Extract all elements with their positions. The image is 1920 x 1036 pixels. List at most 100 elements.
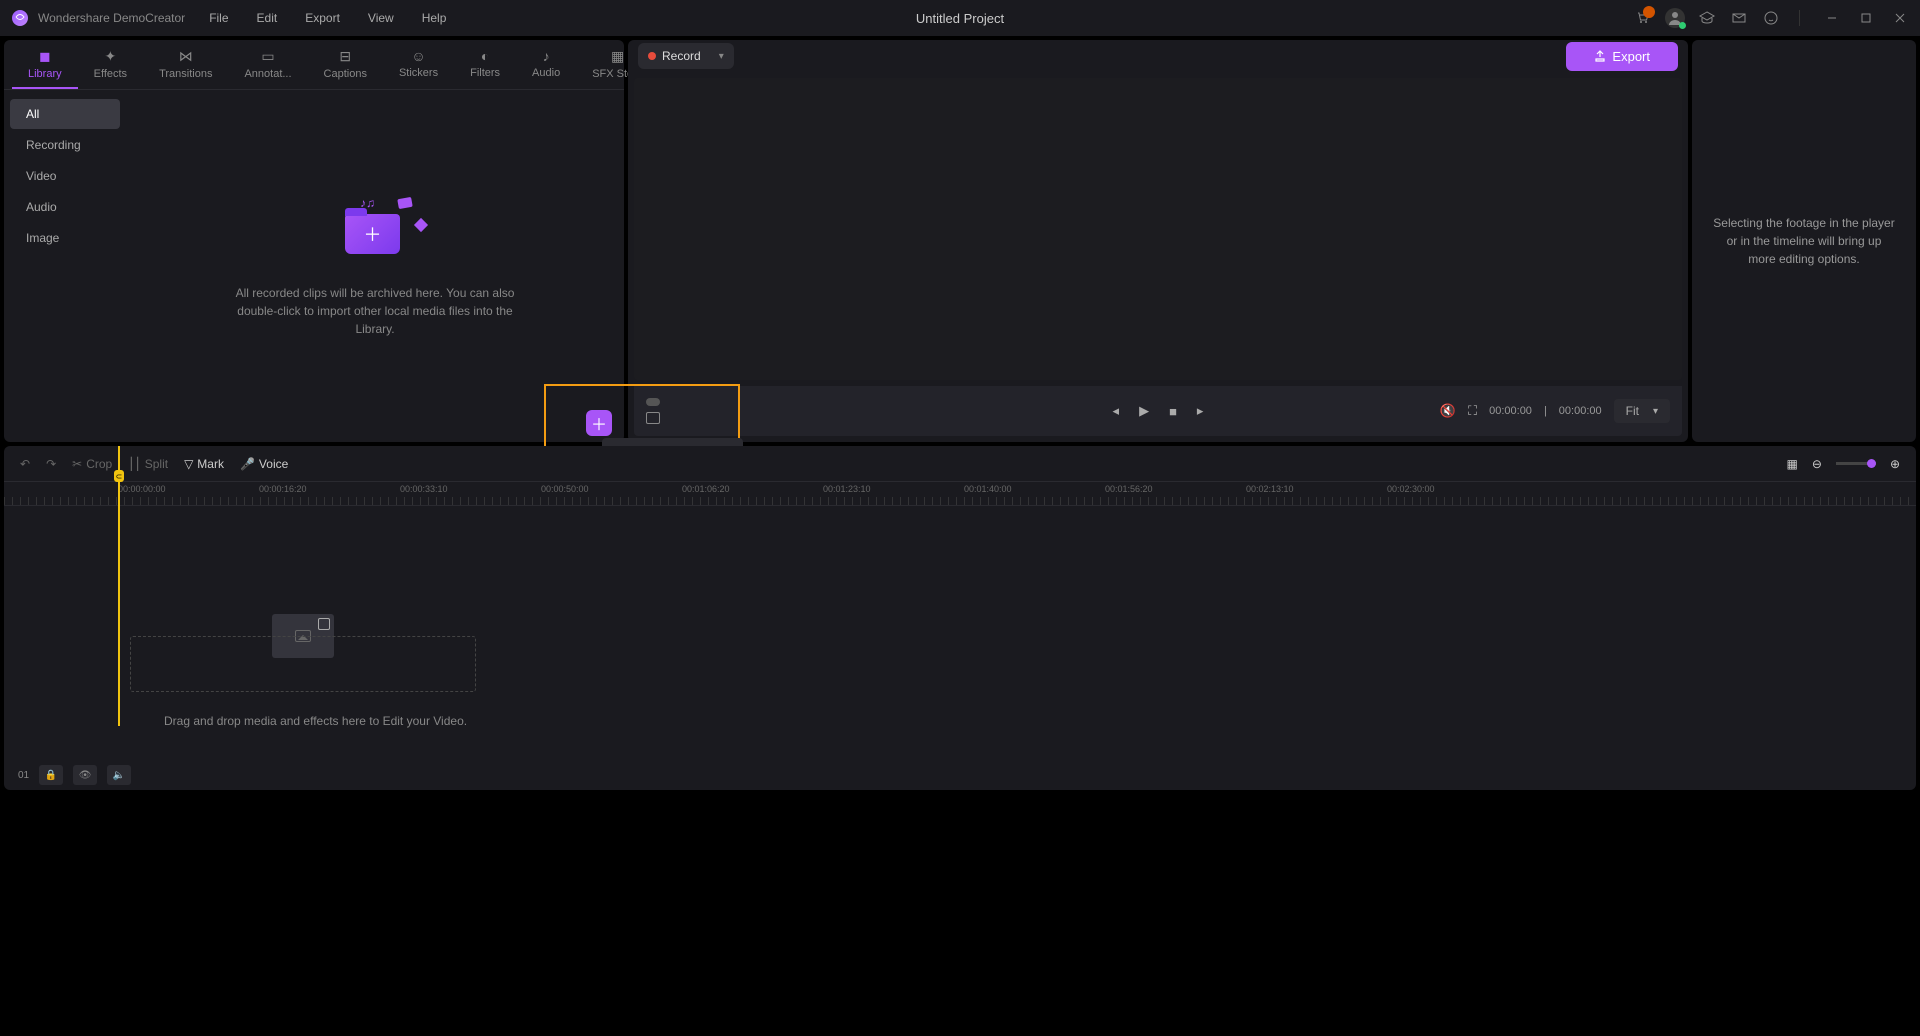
import-illustration-icon: ♪♫ ＋ [330, 194, 420, 264]
zoom-in-button[interactable]: ⊕ [1890, 457, 1900, 471]
tab-captions[interactable]: ⊟Captions [308, 40, 383, 89]
play-button[interactable]: ▶ [1139, 403, 1149, 419]
library-hint: All recorded clips will be archived here… [230, 284, 520, 338]
tab-annotations[interactable]: ▭Annotat... [228, 40, 307, 89]
split-tool[interactable]: ⎮⎮ Split [128, 457, 168, 471]
playhead-handle-icon[interactable]: ⊂ [114, 470, 124, 482]
sidebar-item-audio[interactable]: Audio [10, 192, 120, 222]
tab-audio[interactable]: ♪Audio [516, 40, 576, 89]
zoom-slider[interactable] [1836, 462, 1876, 465]
chevron-down-icon: ▾ [1653, 406, 1658, 417]
ruler-tick: 00:02:30:00 [1387, 484, 1435, 494]
track-drop-zone[interactable] [130, 636, 476, 692]
library-sidebar: All Recording Video Audio Image [4, 90, 126, 442]
ruler-tick: 00:01:40:00 [964, 484, 1012, 494]
timeline-hint: Drag and drop media and effects here to … [164, 714, 467, 728]
minimize-icon[interactable] [1824, 10, 1840, 26]
account-icon[interactable] [1667, 10, 1683, 26]
zoom-fit-select[interactable]: Fit ▾ [1614, 399, 1670, 423]
tab-label: Annotat... [244, 68, 291, 80]
fullscreen-icon[interactable]: ⛶ [1468, 403, 1477, 419]
title-bar: Wondershare DemoCreator File Edit Export… [0, 0, 1920, 36]
preview-topbar: Record ▾ Export [628, 40, 1688, 72]
ruler-tick: 00:00:33:10 [400, 484, 448, 494]
main-row: ◼Library ✦Effects ⋈Transitions ▭Annotat.… [0, 36, 1920, 446]
menu-export[interactable]: Export [305, 11, 340, 25]
tab-label: Stickers [399, 67, 438, 79]
sidebar-item-image[interactable]: Image [10, 223, 120, 253]
cart-icon[interactable] [1635, 10, 1651, 26]
export-button[interactable]: Export [1566, 42, 1678, 71]
tab-label: Audio [532, 67, 560, 79]
maximize-icon[interactable] [1858, 10, 1874, 26]
tab-label: Filters [470, 67, 500, 79]
menu-bar: File Edit Export View Help [209, 11, 446, 25]
menu-view[interactable]: View [368, 11, 394, 25]
graduation-icon[interactable] [1699, 10, 1715, 26]
export-label: Export [1612, 49, 1650, 64]
ruler-tick: 00:02:13:10 [1246, 484, 1294, 494]
timeline-panel: ↶ ↷ ✂ Crop ⎮⎮ Split ▽ Mark 🎤 Voice ▦ ⊖ ⊕… [4, 446, 1916, 790]
ruler-tick: 00:00:50:00 [541, 484, 589, 494]
playhead[interactable]: ⊂ [118, 446, 120, 726]
timeline-toolbar: ↶ ↷ ✂ Crop ⎮⎮ Split ▽ Mark 🎤 Voice ▦ ⊖ ⊕ [4, 446, 1916, 482]
time-current: 00:00:00 [1489, 405, 1532, 417]
volume-icon[interactable]: 🔇 [1440, 403, 1456, 419]
close-icon[interactable] [1892, 10, 1908, 26]
record-button[interactable]: Record ▾ [638, 43, 734, 69]
tab-label: Effects [94, 68, 127, 80]
app-logo-icon [12, 10, 28, 26]
project-title: Untitled Project [916, 11, 1004, 26]
preview-controls: ◂ ▶ ■ ▸ 🔇 ⛶ 00:00:00 | 00:00:00 Fit ▾ [634, 386, 1682, 436]
media-tabs: ◼Library ✦Effects ⋈Transitions ▭Annotat.… [4, 40, 624, 90]
timeline-footer: 01 🔒 👁 🔈 [4, 760, 1916, 790]
tab-filters[interactable]: ◐Filters [454, 40, 516, 89]
auto-caption-icon[interactable]: ▦ [1787, 457, 1798, 471]
ruler-tick: 00:00:16:20 [259, 484, 307, 494]
ruler-tick: 00:01:06:20 [682, 484, 730, 494]
track-number: 01 [18, 770, 29, 781]
ruler-tick: 00:01:56:20 [1105, 484, 1153, 494]
redo-button[interactable]: ↷ [46, 457, 56, 471]
tab-effects[interactable]: ✦Effects [78, 40, 143, 89]
menu-edit[interactable]: Edit [257, 11, 278, 25]
mail-icon[interactable] [1731, 10, 1747, 26]
time-separator: | [1544, 405, 1547, 417]
ruler-tick: 00:00:00:00 [118, 484, 166, 494]
properties-panel: Selecting the footage in the player or i… [1692, 40, 1916, 442]
mute-track-icon[interactable]: 🔈 [107, 765, 131, 785]
app-title: Wondershare DemoCreator [38, 11, 185, 25]
import-plus-button[interactable]: ＋ [586, 410, 612, 436]
voice-tool[interactable]: 🎤 Voice [240, 457, 288, 471]
sidebar-item-recording[interactable]: Recording [10, 130, 120, 160]
tab-label: Captions [324, 68, 367, 80]
ruler-tick: 00:01:23:10 [823, 484, 871, 494]
prev-frame-button[interactable]: ◂ [1113, 403, 1120, 419]
timeline-ruler[interactable]: 00:00:00:00 00:00:16:20 00:00:33:10 00:0… [4, 482, 1916, 506]
mark-tool[interactable]: ▽ Mark [184, 457, 224, 471]
export-icon [1594, 50, 1606, 62]
library-panel: ◼Library ✦Effects ⋈Transitions ▭Annotat.… [4, 40, 624, 442]
titlebar-right [1635, 10, 1908, 26]
zoom-out-button[interactable]: ⊖ [1812, 457, 1822, 471]
chevron-down-icon: ▾ [719, 51, 724, 62]
lock-track-icon[interactable]: 🔒 [39, 765, 63, 785]
timeline-tracks[interactable]: Drag and drop media and effects here to … [4, 506, 1916, 760]
menu-help[interactable]: Help [422, 11, 447, 25]
preview-viewport[interactable] [634, 78, 1682, 380]
tab-library[interactable]: ◼Library [12, 40, 78, 89]
sidebar-item-all[interactable]: All [10, 99, 120, 129]
divider [1799, 10, 1800, 26]
crop-tool[interactable]: ✂ Crop [72, 457, 112, 471]
preview-panel: Record ▾ Export ◂ ▶ ■ ▸ 🔇 ⛶ 0 [628, 40, 1688, 442]
stop-button[interactable]: ■ [1169, 404, 1177, 419]
tab-stickers[interactable]: ☺Stickers [383, 40, 454, 89]
undo-button[interactable]: ↶ [20, 457, 30, 471]
menu-file[interactable]: File [209, 11, 228, 25]
library-body: All Recording Video Audio Image ♪♫ ＋ All… [4, 90, 624, 442]
feedback-icon[interactable] [1763, 10, 1779, 26]
next-frame-button[interactable]: ▸ [1197, 403, 1204, 419]
visibility-track-icon[interactable]: 👁 [73, 765, 97, 785]
sidebar-item-video[interactable]: Video [10, 161, 120, 191]
tab-transitions[interactable]: ⋈Transitions [143, 40, 228, 89]
